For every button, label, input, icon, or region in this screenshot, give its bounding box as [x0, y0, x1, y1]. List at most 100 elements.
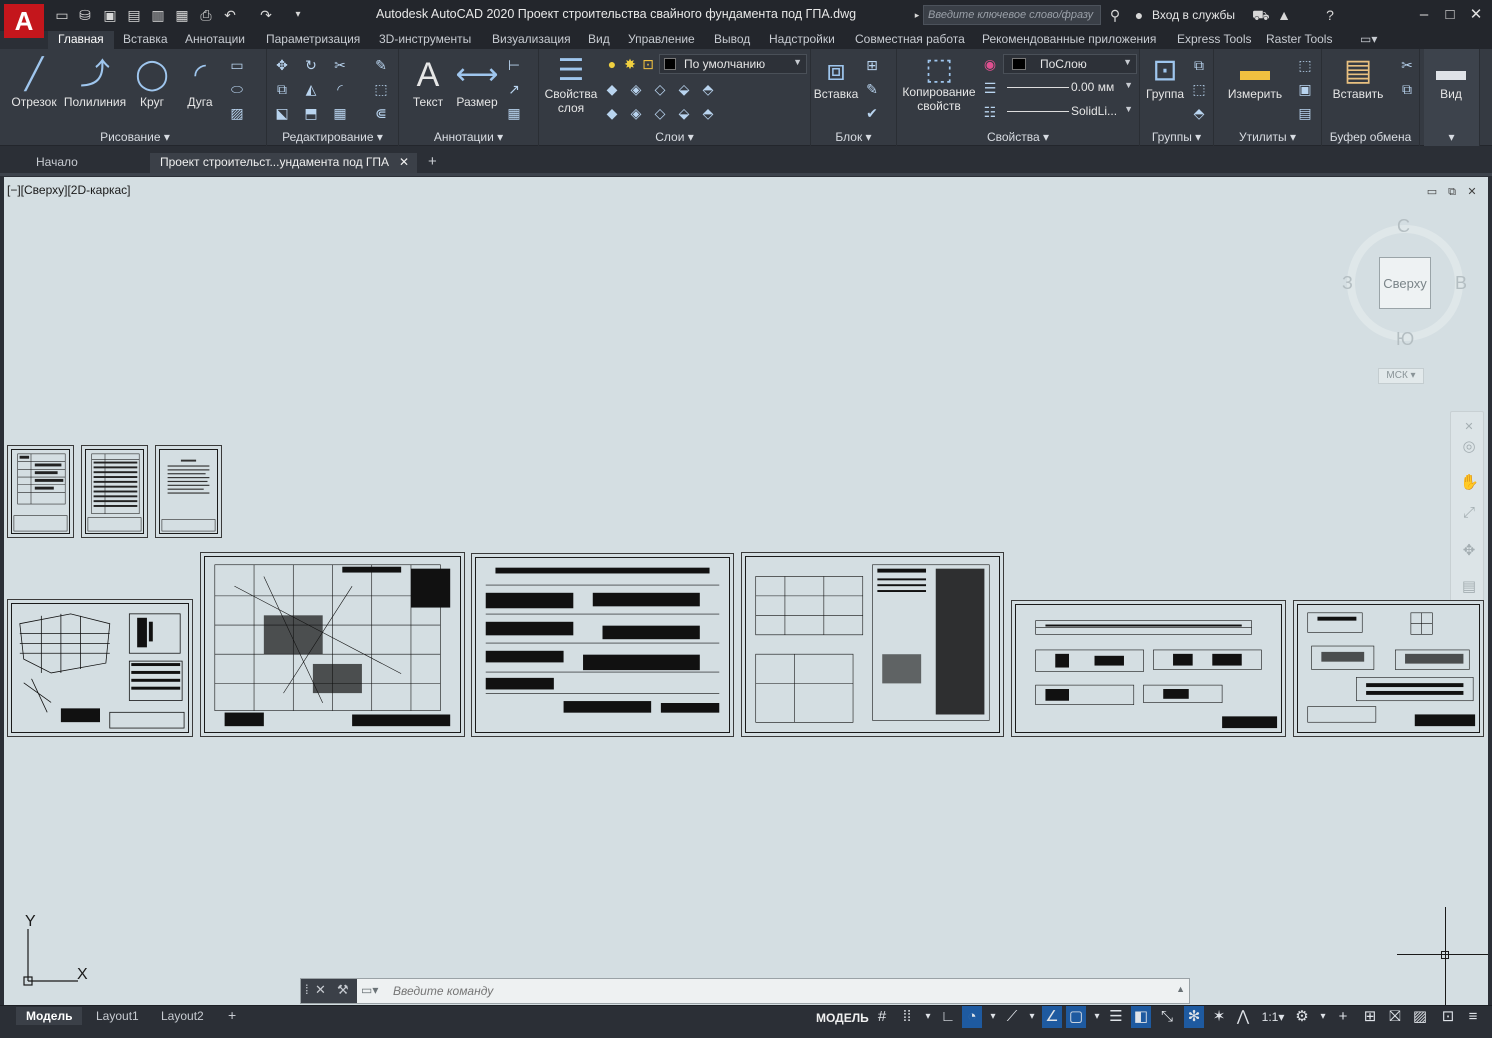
workspace-chevron-icon[interactable]: ▾	[1313, 1006, 1333, 1028]
scale-dropdown[interactable]: 1:1▾	[1259, 1006, 1287, 1028]
lock-icon[interactable]: ⊡	[639, 55, 657, 73]
add-layout-icon[interactable]: +	[218, 1007, 246, 1025]
help-icon[interactable]: ?	[1322, 7, 1338, 23]
selection-cycling-icon[interactable]: ⤡	[1157, 1006, 1177, 1028]
close-tab-icon[interactable]: ✕	[399, 155, 409, 169]
drawing-sheet-3[interactable]	[155, 445, 222, 538]
wrench-icon[interactable]: ⚒	[337, 982, 349, 998]
layer-dropdown[interactable]: По умолчанию ▼	[659, 54, 807, 74]
drawing-sheet-8[interactable]	[1011, 600, 1286, 737]
annotation-monitor-icon[interactable]: +	[1333, 1006, 1353, 1028]
isodraft-chevron-icon[interactable]: ▾	[1022, 1006, 1042, 1028]
orbit-icon[interactable]: ✥	[1460, 542, 1478, 560]
offset-icon[interactable]: ⋐	[372, 104, 390, 122]
open-file-icon[interactable]: ⛁	[77, 7, 93, 23]
showmotion-icon[interactable]: ▤	[1460, 578, 1478, 596]
copy-icon[interactable]: ⧉	[273, 80, 291, 98]
modify-panel-label[interactable]: Редактирование ▾	[267, 130, 398, 144]
explode-icon[interactable]: ⬚	[372, 80, 390, 98]
search-input[interactable]	[923, 5, 1101, 25]
utilities-panel-label[interactable]: Утилиты ▾	[1214, 130, 1321, 144]
ellipse-icon[interactable]: ⬭	[228, 80, 246, 98]
drawing-sheet-4[interactable]	[7, 599, 193, 737]
binoculars-icon[interactable]: ⚲	[1107, 7, 1123, 23]
grid-icon[interactable]: #	[872, 1006, 892, 1028]
grip-icon[interactable]: ⁞	[305, 982, 309, 997]
viewport-close-icon[interactable]: ✕	[1466, 186, 1478, 198]
drawing-sheet-2[interactable]	[81, 445, 148, 538]
annotation-visibility-icon[interactable]: ✻	[1184, 1006, 1204, 1028]
measure-tool[interactable]: ▬ Измерить	[1220, 55, 1290, 102]
text-tool[interactable]: A Текст	[407, 55, 449, 109]
command-prompt-icon[interactable]: ▭▾	[361, 983, 378, 997]
plot-icon[interactable]: ⎙	[198, 7, 214, 23]
move-icon[interactable]: ✥	[273, 56, 291, 74]
annotation-panel-label[interactable]: Аннотации ▾	[399, 130, 538, 144]
viewcube-west[interactable]: З	[1342, 273, 1353, 294]
user-icon[interactable]: ●	[1131, 7, 1147, 23]
application-menu-button[interactable]: A	[4, 4, 44, 38]
snap-icon[interactable]: ⁞⁞	[897, 1006, 917, 1028]
tab-featured-apps[interactable]: Рекомендованные приложения	[982, 31, 1156, 49]
command-history-icon[interactable]: ▲	[1176, 984, 1185, 994]
close-button[interactable]: ✕	[1464, 4, 1488, 26]
zoom-extents-icon[interactable]: ⤢	[1460, 504, 1478, 522]
groups-panel-label[interactable]: Группы ▾	[1140, 130, 1213, 144]
drawing-sheet-5[interactable]	[200, 552, 465, 737]
viewcube-east[interactable]: В	[1455, 273, 1467, 294]
ribbon-toggle-icon[interactable]: ▭▾	[1360, 31, 1377, 49]
layer-tool-5-icon[interactable]: ⬘	[699, 80, 717, 98]
polyline-tool[interactable]: ⤴ Полилиния	[62, 55, 128, 109]
viewcube-south[interactable]: Ю	[1396, 329, 1414, 350]
view-panel-expand-icon[interactable]: ▾	[1424, 130, 1479, 144]
drawing-sheet-1[interactable]	[7, 445, 74, 538]
layers-panel-label[interactable]: Слои ▾	[539, 130, 810, 144]
create-block-icon[interactable]: ⊞	[863, 56, 881, 74]
a360-icon[interactable]: ▲	[1276, 7, 1292, 23]
insert-block-tool[interactable]: ⧈ Вставка	[813, 55, 859, 102]
viewport-minimize-icon[interactable]: ▭	[1426, 186, 1438, 198]
sun-icon[interactable]: ✸	[621, 55, 639, 73]
viewcube-top-face[interactable]: Сверху	[1379, 257, 1431, 309]
polar-chevron-icon[interactable]: ▾	[983, 1006, 1003, 1028]
color-wheel-icon[interactable]: ◉	[981, 55, 999, 73]
close-icon[interactable]: ✕	[315, 982, 326, 998]
cart-icon[interactable]: ⛟	[1252, 7, 1270, 23]
polar-tracking-icon[interactable]: ◔	[962, 1006, 982, 1028]
lightbulb-icon[interactable]: ●	[603, 55, 621, 73]
array-icon[interactable]: ▦	[331, 104, 349, 122]
linear-dim-icon[interactable]: ⊢	[505, 56, 523, 74]
isolate-objects-icon[interactable]: ▨	[1410, 1006, 1430, 1028]
tab-parametric[interactable]: Параметризация	[266, 31, 360, 49]
tab-raster-tools[interactable]: Raster Tools	[1266, 31, 1332, 49]
quick-select-icon[interactable]: ⬚	[1296, 56, 1314, 74]
tab-addins[interactable]: Надстройки	[769, 31, 835, 49]
circle-tool[interactable]: ◯ Круг	[130, 55, 174, 109]
group-edit-icon[interactable]: ⬚	[1190, 80, 1208, 98]
command-line-handle[interactable]: ⁞ ✕ ⚒	[301, 979, 357, 1003]
table-icon[interactable]: ▦	[505, 104, 523, 122]
lineweight-icon[interactable]: ☰	[981, 79, 999, 97]
steering-wheel-icon[interactable]: ◎	[1460, 438, 1478, 456]
layer-tool-3-icon[interactable]: ◇	[651, 80, 669, 98]
viewport-restore-icon[interactable]: ⧉	[1446, 186, 1458, 198]
save-as-icon[interactable]: ▤	[126, 7, 142, 23]
drawing-sheet-9[interactable]	[1293, 600, 1484, 737]
select-all-icon[interactable]: ▣	[1296, 80, 1314, 98]
clipboard-panel-label[interactable]: Буфер обмена	[1322, 130, 1419, 144]
trim-icon[interactable]: ✂	[331, 56, 349, 74]
calculator-icon[interactable]: ▤	[1296, 104, 1314, 122]
viewport-controls-label[interactable]: [−][Сверху][2D-каркас]	[7, 183, 131, 197]
tab-layout1[interactable]: Layout1	[86, 1007, 149, 1025]
tab-3d-tools[interactable]: 3D-инструменты	[379, 31, 471, 49]
layer-properties-tool[interactable]: ☰ Свойства слоя	[543, 55, 599, 116]
transparency-icon[interactable]: ◧	[1131, 1006, 1151, 1028]
rectangle-icon[interactable]: ▭	[228, 56, 246, 74]
new-tab-icon[interactable]: +	[418, 153, 447, 173]
lineweight-toggle-icon[interactable]: ☰	[1106, 1006, 1126, 1028]
layer-tool-7-icon[interactable]: ◈	[627, 104, 645, 122]
mirror-icon[interactable]: ◭	[302, 80, 320, 98]
stretch-icon[interactable]: ⬕	[273, 104, 291, 122]
model-space-toggle[interactable]: МОДЕЛЬ	[816, 1011, 869, 1025]
line-tool[interactable]: ╱ Отрезок	[8, 55, 60, 109]
